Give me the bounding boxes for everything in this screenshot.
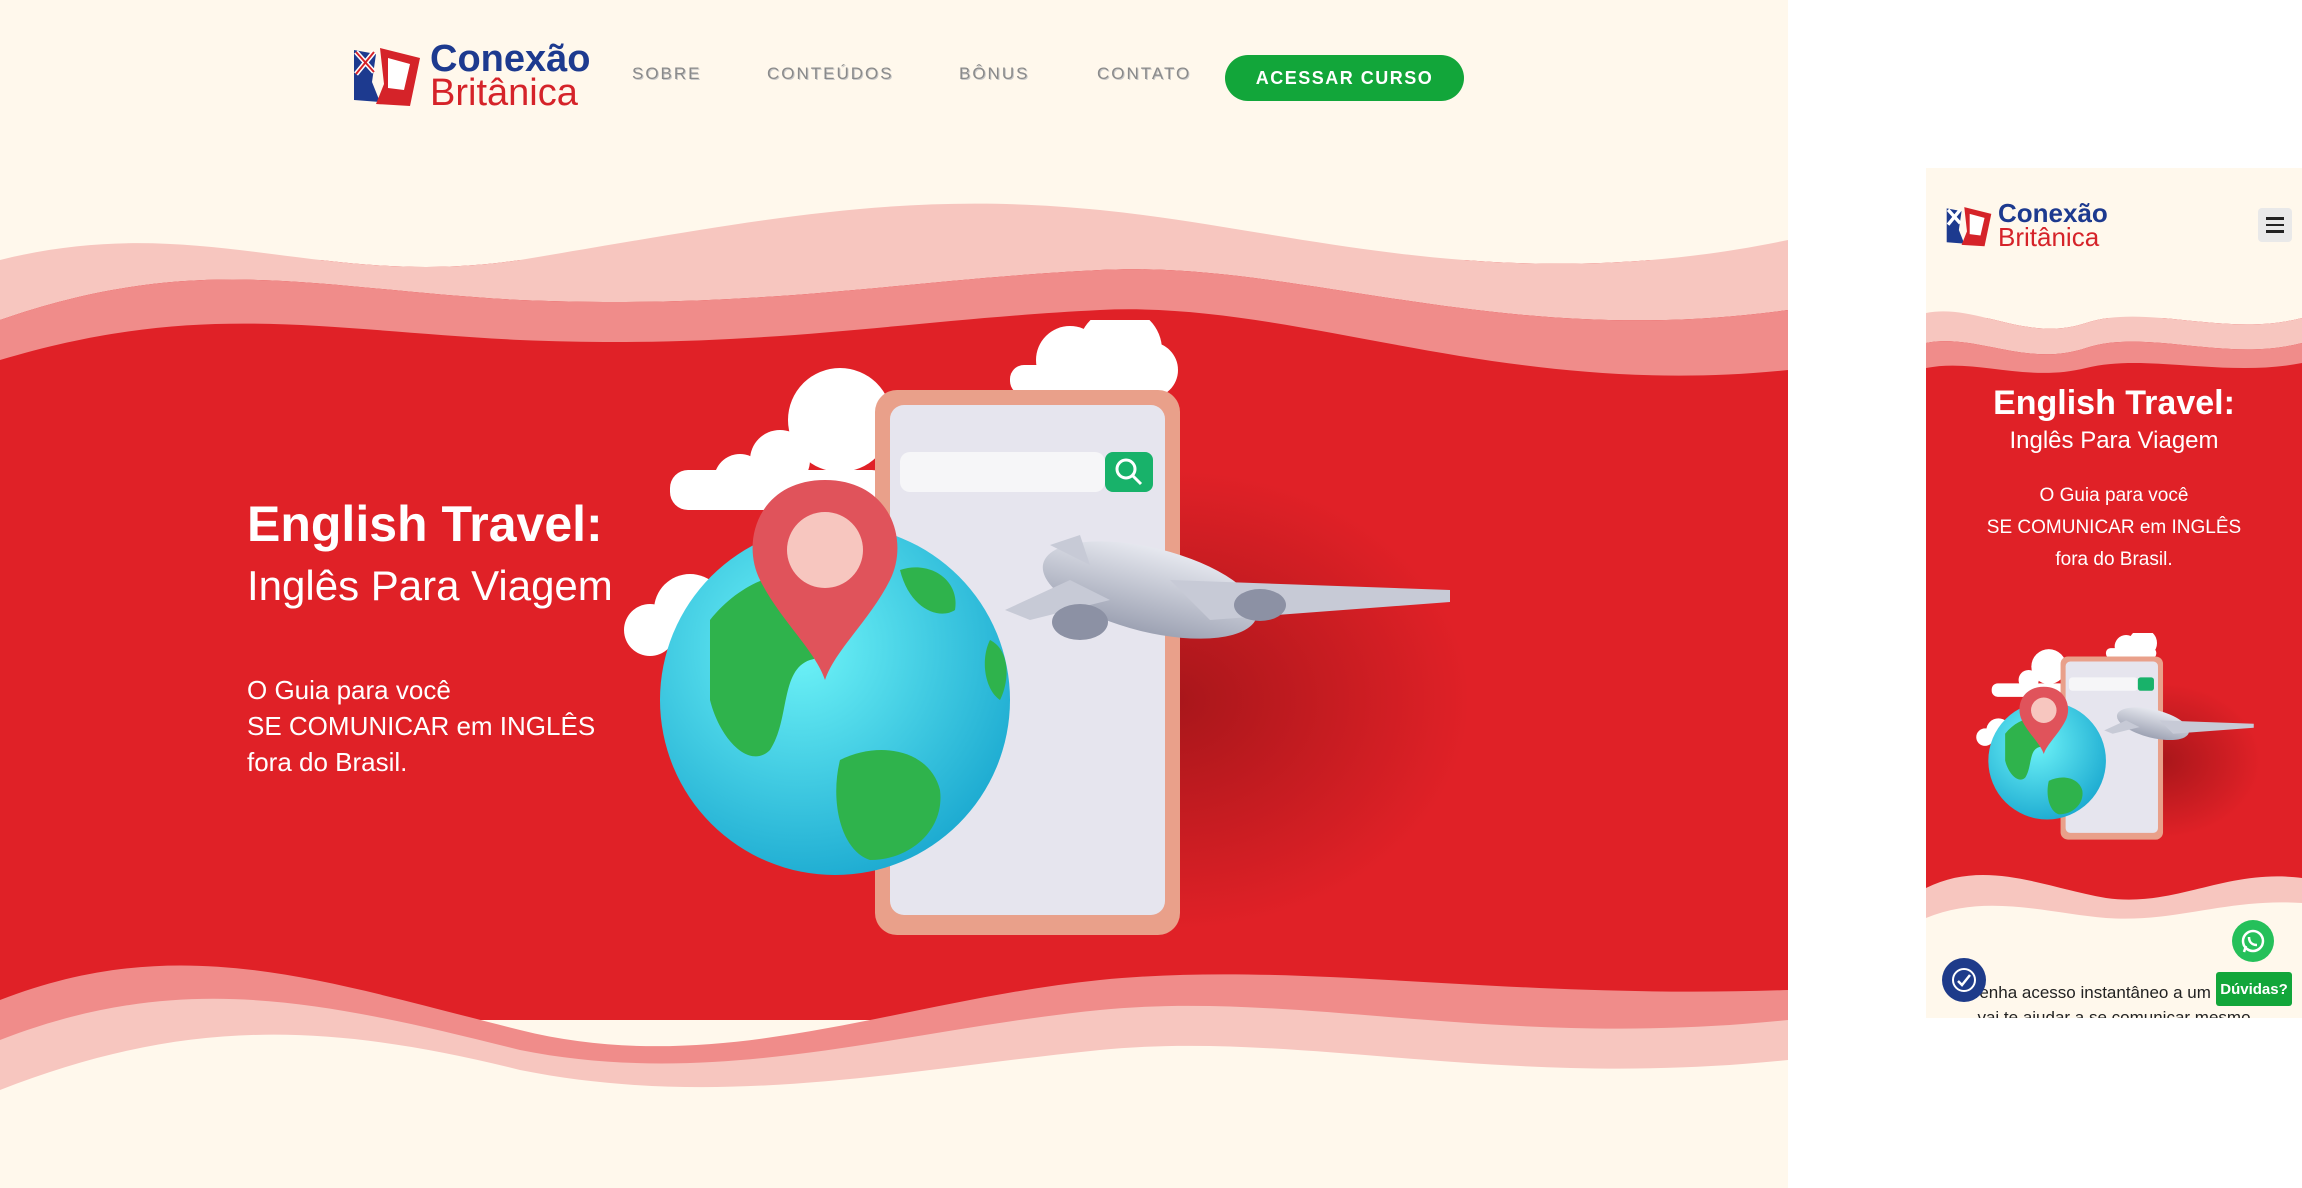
logo-line-1: Conexão: [430, 38, 591, 80]
mobile-brand-logo[interactable]: Conexão Britânica: [1944, 198, 2108, 252]
mobile-body-text-line-2: vai te ajudar a se comunicar mesmo: [1977, 1008, 2251, 1018]
hero-lead-line-3: fora do Brasil.: [247, 747, 408, 777]
hero-subtitle: Inglês Para Viagem: [247, 562, 613, 609]
nav-link-bonus[interactable]: BÔNUS: [959, 64, 1097, 84]
flag-logo-icon: [1944, 204, 1994, 248]
mobile-view: Conexão Britânica English Travel: Inglês…: [1926, 168, 2302, 1018]
accessibility-icon[interactable]: [1942, 958, 1986, 1002]
mobile-hero-lead: O Guia para você SE COMUNICAR em INGLÊS …: [1926, 480, 2302, 576]
mobile-top-wave: [1926, 283, 2302, 373]
hero-lead: O Guia para você SE COMUNICAR em INGLÊS …: [247, 672, 613, 780]
access-course-button[interactable]: ACESSAR CURSO: [1225, 55, 1464, 101]
nav-link-sobre[interactable]: SOBRE: [632, 64, 767, 84]
mobile-hero-lead-line-3: fora do Brasil.: [2055, 549, 2173, 570]
nav-link-conteudos[interactable]: CONTEÚDOS: [767, 64, 959, 84]
mobile-logo-line-1: Conexão: [1998, 198, 2108, 228]
travel-illustration: [624, 320, 1470, 935]
mobile-logo-line-2: Britânica: [1998, 222, 2100, 252]
desktop-view: Conexão Britânica SOBRE CONTEÚDOS BÔNUS …: [0, 0, 1788, 1188]
mobile-hero-title: English Travel:: [1993, 384, 2235, 422]
mobile-hero-text: English Travel: Inglês Para Viagem O Gui…: [1926, 382, 2302, 576]
help-button[interactable]: Dúvidas?: [2216, 972, 2292, 1006]
nav-link-contato[interactable]: CONTATO: [1097, 64, 1207, 84]
main-nav: SOBRE CONTEÚDOS BÔNUS CONTATO: [632, 64, 1207, 84]
bottom-wave-decoration: [0, 965, 1788, 1110]
brand-logo[interactable]: Conexão Britânica: [350, 38, 591, 114]
mobile-travel-illustration: [1976, 633, 2261, 840]
mobile-hero-subtitle: Inglês Para Viagem: [2009, 427, 2219, 454]
logo-line-2: Britânica: [430, 72, 578, 114]
mobile-hero-lead-line-2: SE COMUNICAR em INGLÊS: [1986, 517, 2242, 538]
hero-lead-line-2: SE COMUNICAR em INGLÊS: [247, 711, 596, 741]
hero-title: English Travel:: [247, 496, 603, 552]
hero-lead-line-1: O Guia para você: [247, 675, 451, 705]
flag-logo-icon: [350, 44, 424, 108]
mobile-hero-lead-line-1: O Guia para você: [2039, 485, 2189, 506]
whatsapp-icon[interactable]: [2232, 920, 2274, 962]
hero-text: English Travel: Inglês Para Viagem O Gui…: [247, 494, 613, 780]
hamburger-icon[interactable]: [2258, 208, 2292, 242]
site-header: Conexão Britânica SOBRE CONTEÚDOS BÔNUS …: [0, 0, 1788, 150]
